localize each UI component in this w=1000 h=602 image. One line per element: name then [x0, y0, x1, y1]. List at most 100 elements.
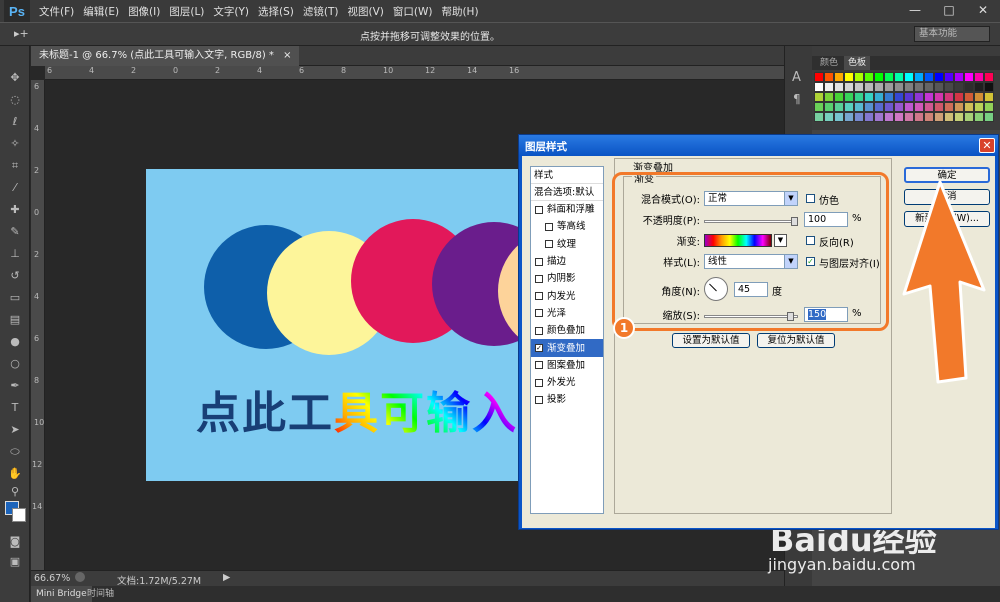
swatch[interactable] [854, 112, 864, 122]
path-select-icon[interactable]: ➤ [6, 422, 24, 438]
swatch[interactable] [894, 92, 904, 102]
menu-select[interactable]: 选择(S) [258, 4, 294, 19]
healing-brush-icon[interactable]: ✚ [6, 202, 24, 218]
swatch[interactable] [844, 102, 854, 112]
menu-type[interactable]: 文字(Y) [213, 4, 249, 19]
tab-swatches[interactable]: 色板 [844, 56, 871, 70]
menu-filter[interactable]: 滤镜(T) [303, 4, 339, 19]
swatch[interactable] [854, 102, 864, 112]
swatch[interactable] [834, 102, 844, 112]
swatch[interactable] [874, 72, 884, 82]
blur-tool-icon[interactable]: ● [6, 334, 24, 350]
swatch[interactable] [944, 72, 954, 82]
swatch[interactable] [884, 82, 894, 92]
swatch[interactable] [834, 92, 844, 102]
magic-wand-tool-icon[interactable]: ✧ [6, 136, 24, 152]
swatch[interactable] [814, 82, 824, 92]
eyedropper-tool-icon[interactable]: ⁄ [6, 180, 24, 196]
status-menu-arrow-icon[interactable]: ▶ [223, 572, 230, 583]
swatch[interactable] [984, 92, 994, 102]
style-item[interactable]: 投影 [531, 391, 603, 408]
swatch[interactable] [934, 82, 944, 92]
swatch[interactable] [964, 92, 974, 102]
swatch[interactable] [934, 102, 944, 112]
close-window-button[interactable]: ✕ [966, 0, 1000, 20]
swatch[interactable] [924, 92, 934, 102]
swatch[interactable] [814, 112, 824, 122]
style-item-checkbox[interactable] [535, 292, 543, 301]
swatch[interactable] [854, 72, 864, 82]
swatch[interactable] [864, 112, 874, 122]
style-item-checkbox[interactable] [535, 309, 543, 318]
swatch[interactable] [884, 72, 894, 82]
swatch[interactable] [914, 112, 924, 122]
menu-file[interactable]: 文件(F) [39, 4, 74, 19]
make-default-button[interactable]: 设置为默认值 [672, 333, 750, 348]
style-item-checkbox[interactable] [535, 257, 543, 266]
lasso-tool-icon[interactable]: ℓ [6, 114, 24, 130]
quick-mask-icon[interactable]: ◙ [6, 534, 24, 550]
style-item-checkbox[interactable] [535, 361, 543, 370]
screen-mode-icon[interactable]: ▣ [6, 554, 24, 570]
move-tool-icon[interactable]: ✥ [6, 70, 24, 86]
swatch-grid[interactable] [814, 72, 994, 130]
swatch[interactable] [894, 112, 904, 122]
style-item-checkbox[interactable] [535, 326, 543, 335]
swatch[interactable] [824, 102, 834, 112]
type-tool-icon[interactable]: T [6, 400, 24, 416]
menu-window[interactable]: 窗口(W) [393, 4, 433, 19]
swatch[interactable] [814, 92, 824, 102]
style-item-checkbox[interactable]: ✓ [535, 344, 543, 353]
swatch[interactable] [844, 92, 854, 102]
document-tab-close-icon[interactable]: × [283, 50, 291, 61]
swatch[interactable] [944, 92, 954, 102]
background-color-swatch[interactable] [12, 508, 26, 522]
style-item[interactable]: 等高线 [531, 218, 603, 235]
style-item[interactable]: ✓ 渐变叠加 [531, 339, 603, 357]
swatch[interactable] [874, 112, 884, 122]
swatch[interactable] [884, 112, 894, 122]
swatch[interactable] [944, 102, 954, 112]
document-tab[interactable]: 未标题-1 @ 66.7% (点此工具可输入文字, RGB/8) * × [31, 46, 300, 66]
marquee-tool-icon[interactable]: ◌ [6, 92, 24, 108]
swatch[interactable] [954, 92, 964, 102]
canvas-text-layer[interactable]: 点此工具可输入 [196, 377, 518, 441]
swatch[interactable] [974, 72, 984, 82]
swatch[interactable] [984, 82, 994, 92]
pen-tool-icon[interactable]: ✒ [6, 378, 24, 394]
swatch[interactable] [894, 72, 904, 82]
swatch[interactable] [894, 82, 904, 92]
swatch[interactable] [904, 82, 914, 92]
brush-tool-icon[interactable]: ✎ [6, 224, 24, 240]
swatch[interactable] [924, 82, 934, 92]
swatch[interactable] [864, 72, 874, 82]
swatch[interactable] [844, 112, 854, 122]
style-item[interactable]: 描边 [531, 253, 603, 270]
style-item[interactable]: 光泽 [531, 305, 603, 322]
hand-tool-icon[interactable]: ✋ [6, 466, 24, 482]
swatch[interactable] [844, 72, 854, 82]
crop-tool-icon[interactable]: ⌗ [6, 158, 24, 174]
character-panel-icon[interactable]: A [792, 70, 801, 85]
dodge-tool-icon[interactable]: ○ [6, 356, 24, 372]
swatch[interactable] [954, 102, 964, 112]
dialog-close-button[interactable]: ✕ [979, 138, 995, 153]
swatch[interactable] [974, 112, 984, 122]
style-item[interactable]: 图案叠加 [531, 357, 603, 374]
status-info-icon[interactable] [75, 572, 85, 582]
swatch[interactable] [984, 102, 994, 112]
swatch[interactable] [904, 72, 914, 82]
style-item-checkbox[interactable] [535, 274, 543, 283]
swatch[interactable] [824, 92, 834, 102]
swatch[interactable] [974, 82, 984, 92]
paragraph-panel-icon[interactable]: ¶ [793, 92, 801, 106]
swatch[interactable] [834, 72, 844, 82]
workspace-select[interactable]: 基本功能 [914, 26, 990, 42]
swatch[interactable] [944, 112, 954, 122]
style-item[interactable]: 内阴影 [531, 270, 603, 287]
swatch[interactable] [914, 92, 924, 102]
swatch[interactable] [924, 102, 934, 112]
style-item[interactable]: 斜面和浮雕 [531, 201, 603, 218]
swatch[interactable] [854, 92, 864, 102]
swatch[interactable] [874, 82, 884, 92]
